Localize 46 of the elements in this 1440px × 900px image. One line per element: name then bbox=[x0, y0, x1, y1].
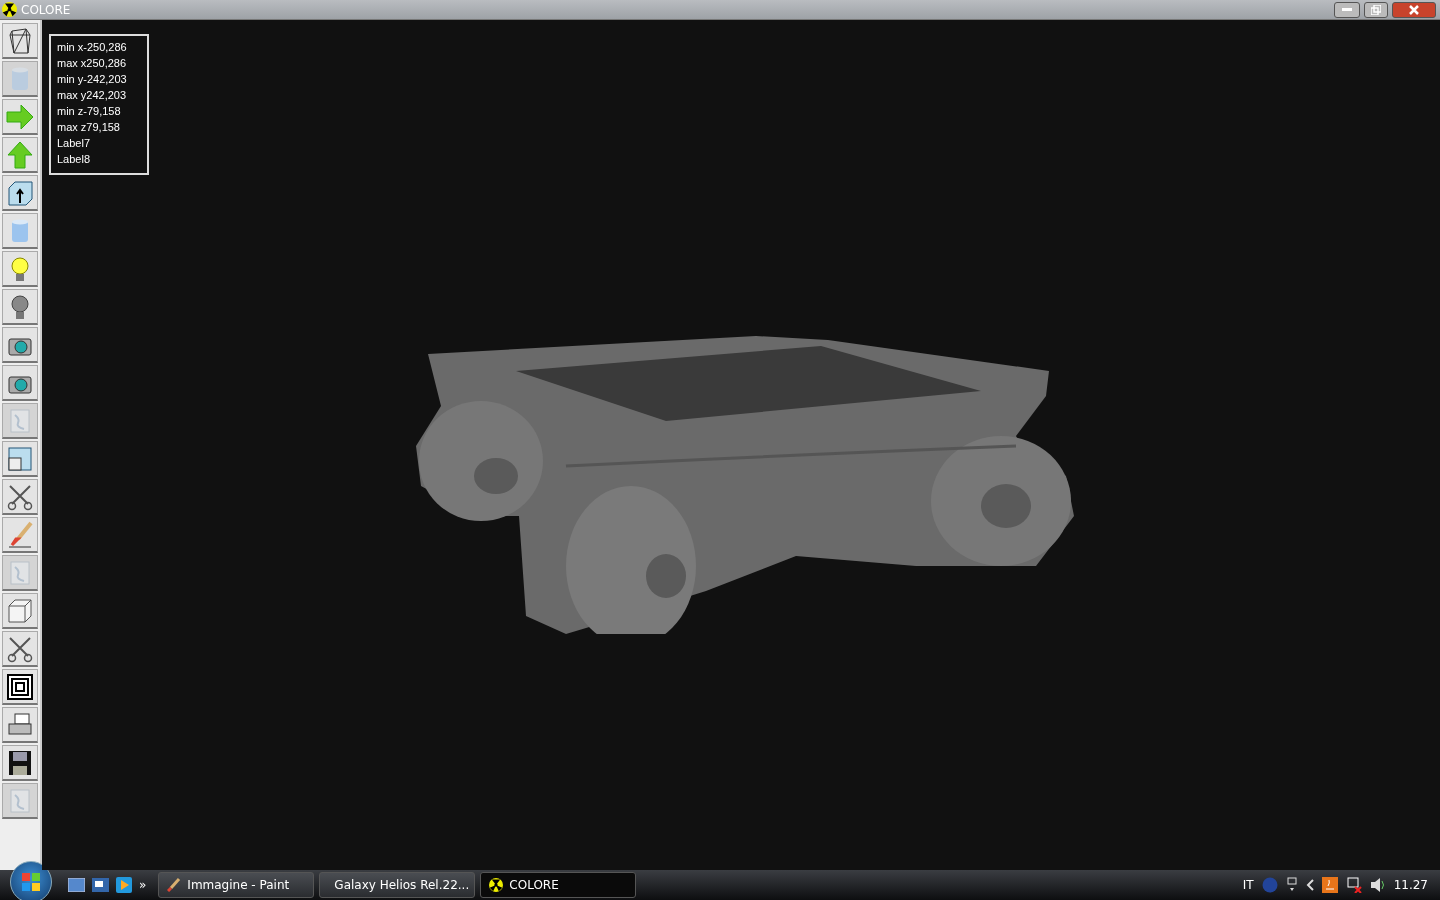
info-label: Label8 bbox=[57, 152, 92, 167]
radiation-icon bbox=[2, 2, 17, 17]
taskbar-button[interactable]: Galaxy Helios Rel.22... bbox=[319, 872, 476, 898]
cube-icon bbox=[6, 596, 34, 625]
radiation-icon bbox=[489, 878, 504, 892]
info-label: min z-79,158 bbox=[57, 104, 122, 119]
info-label: Label7 bbox=[57, 136, 92, 151]
wireframe-box-icon bbox=[6, 26, 34, 55]
windows-switch-icon bbox=[92, 878, 109, 892]
scissors-icon bbox=[6, 482, 34, 511]
info-label: max z79,158 bbox=[57, 120, 121, 135]
window-title: COLORE bbox=[21, 2, 72, 17]
info-label: max y242,203 bbox=[57, 88, 128, 103]
cube-arrow-icon bbox=[6, 178, 34, 207]
info-label: max x250,286 bbox=[57, 56, 128, 71]
arrow-right-icon bbox=[6, 102, 34, 131]
language-indicator[interactable]: IT bbox=[1242, 878, 1254, 892]
tool-button[interactable] bbox=[2, 745, 38, 781]
tool-button[interactable] bbox=[2, 23, 38, 59]
minimize-button[interactable] bbox=[1334, 1, 1360, 18]
clock[interactable]: 11.27 bbox=[1393, 878, 1428, 892]
scissors-icon bbox=[6, 634, 34, 663]
paintbrush-icon bbox=[6, 520, 34, 549]
taskbar-button[interactable]: Immagine - Paint bbox=[158, 872, 315, 898]
taskbar-button[interactable]: COLORE bbox=[480, 872, 637, 898]
paintbrush-icon bbox=[167, 878, 182, 892]
speaker-icon bbox=[1369, 877, 1386, 893]
close-icon bbox=[1409, 4, 1419, 15]
tool-button[interactable] bbox=[2, 669, 38, 705]
restore-button[interactable] bbox=[1364, 1, 1388, 18]
network-icon bbox=[1285, 877, 1298, 893]
info-label: min x-250,286 bbox=[57, 40, 128, 55]
concentric-squares-icon bbox=[6, 672, 34, 701]
network-error-icon bbox=[1345, 877, 1362, 893]
close-button[interactable] bbox=[1392, 1, 1436, 18]
media-player-icon bbox=[116, 877, 132, 893]
info-label: min y-242,203 bbox=[57, 72, 128, 87]
overflow-chevron[interactable]: » bbox=[139, 878, 147, 892]
tool-button[interactable] bbox=[2, 175, 38, 211]
minimize-icon bbox=[1342, 8, 1352, 11]
window-icon bbox=[6, 444, 34, 473]
arrow-up-icon bbox=[6, 140, 34, 169]
windows-logo-icon bbox=[21, 872, 41, 892]
desktop-icon bbox=[68, 878, 85, 892]
chevron-left-icon bbox=[1305, 879, 1314, 891]
restore-icon bbox=[1371, 4, 1381, 15]
